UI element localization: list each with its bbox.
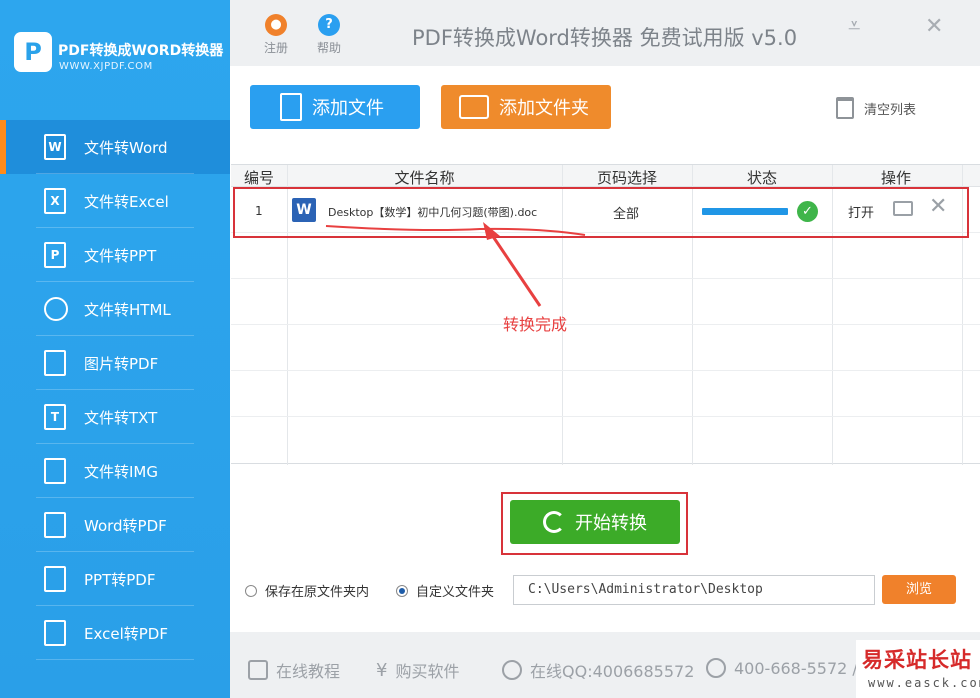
online-tutorial-label: 在线教程 xyxy=(276,662,341,681)
sidebar-item-file-to-ppt[interactable]: P 文件转PPT xyxy=(0,228,230,282)
row-divider xyxy=(231,370,980,371)
add-folder-label: 添加文件夹 xyxy=(499,98,589,119)
phone-icon xyxy=(706,658,726,678)
refresh-icon xyxy=(543,511,565,533)
sidebar: P PDF转换成WORD转换器 WWW.XJPDF.COM W 文件转Word … xyxy=(0,0,230,698)
app-logo: P xyxy=(14,32,52,72)
minimize-button[interactable]: ⩡ xyxy=(848,14,860,39)
column-header-filename: 文件名称 xyxy=(394,169,455,187)
buy-software-link[interactable]: ¥ 购买软件 xyxy=(376,658,459,682)
radio-button-selected[interactable] xyxy=(396,584,408,597)
file-table: 编号 文件名称 页码选择 状态 操作 1 W Desktop【数学】初中几何习题… xyxy=(231,164,980,465)
save-original-folder-option[interactable]: 保存在原文件夹内 xyxy=(245,581,369,600)
row-divider xyxy=(231,416,980,417)
output-path-field[interactable]: C:\Users\Administrator\Desktop xyxy=(513,575,875,605)
sidebar-item-file-to-word[interactable]: W 文件转Word xyxy=(0,120,230,174)
column-header-status: 状态 xyxy=(746,169,777,187)
sidebar-item-ppt-to-pdf[interactable]: PPT转PDF xyxy=(0,552,230,606)
app-title: PDF转换成Word转换器 免费试用版 v5.0 xyxy=(412,26,798,50)
row-divider xyxy=(231,278,980,279)
register-label: 注册 xyxy=(263,41,288,55)
watermark-title: 易采站长站 xyxy=(862,647,972,672)
sidebar-item-image-to-pdf[interactable]: 图片转PDF xyxy=(0,336,230,390)
globe-icon xyxy=(44,297,68,321)
phone-label: 400-668-5572 / xyxy=(734,658,858,678)
clear-list-button[interactable]: 清空列表 xyxy=(836,97,916,119)
watermark: 易采站长站 www.easck.com xyxy=(856,640,980,698)
sidebar-item-label: 文件转TXT xyxy=(84,409,158,427)
help-label: 帮助 xyxy=(316,41,341,55)
sidebar-item-file-to-txt[interactable]: T 文件转TXT xyxy=(0,390,230,444)
table-header: 编号 文件名称 页码选择 状态 操作 xyxy=(231,165,980,187)
row-divider xyxy=(231,324,980,325)
phone-link[interactable]: 400-668-5572 / xyxy=(706,658,858,678)
sidebar-item-file-to-excel[interactable]: X 文件转Excel xyxy=(0,174,230,228)
pdf-doc-icon xyxy=(44,512,66,538)
custom-folder-label: 自定义文件夹 xyxy=(416,585,495,600)
folder-icon xyxy=(459,95,489,119)
register-button[interactable]: ● 注册 xyxy=(256,14,296,56)
column-header-actions: 操作 xyxy=(880,169,911,187)
close-window-button[interactable]: ✕ xyxy=(925,14,943,39)
sidebar-item-word-to-pdf[interactable]: Word转PDF xyxy=(0,498,230,552)
logo-glyph: P xyxy=(24,38,42,66)
sidebar-item-label: Excel转PDF xyxy=(84,625,168,643)
radio-button[interactable] xyxy=(245,584,257,597)
sidebar-item-label: 文件转IMG xyxy=(84,463,158,481)
image-icon xyxy=(44,458,66,484)
pdf-doc-icon xyxy=(44,350,66,376)
online-tutorial-link[interactable]: 在线教程 xyxy=(248,658,340,682)
excel-doc-icon: X xyxy=(44,188,66,214)
pdf-doc-icon xyxy=(44,566,66,592)
trash-icon xyxy=(836,97,854,119)
clear-list-label: 清空列表 xyxy=(864,102,917,118)
document-icon xyxy=(248,660,268,680)
annotation-label: 转换完成 xyxy=(503,315,568,334)
start-conversion-button[interactable]: 开始转换 xyxy=(510,500,680,544)
brand-name: PDF转换成WORD转换器 xyxy=(58,43,224,59)
user-icon: ● xyxy=(265,14,287,36)
yen-icon: ¥ xyxy=(376,659,388,681)
qq-icon xyxy=(502,660,522,680)
sidebar-item-label: 文件转HTML xyxy=(84,301,171,319)
sidebar-item-excel-to-pdf[interactable]: Excel转PDF xyxy=(0,606,230,660)
add-file-button[interactable]: 添加文件 xyxy=(250,85,420,129)
highlight-box xyxy=(233,187,969,238)
txt-doc-icon: T xyxy=(44,404,66,430)
help-button[interactable]: ? 帮助 xyxy=(309,14,349,56)
start-conversion-label: 开始转换 xyxy=(575,513,647,534)
sidebar-item-file-to-html[interactable]: 文件转HTML xyxy=(0,282,230,336)
sidebar-item-label: 文件转PPT xyxy=(84,247,157,265)
pdf-doc-icon xyxy=(44,620,66,646)
sidebar-item-label: 图片转PDF xyxy=(84,355,159,373)
buy-software-label: 购买软件 xyxy=(395,662,460,681)
save-original-folder-label: 保存在原文件夹内 xyxy=(265,585,370,600)
online-qq-link[interactable]: 在线QQ:4006685572 xyxy=(502,658,694,682)
column-header-index: 编号 xyxy=(243,169,274,187)
file-icon xyxy=(280,93,302,121)
help-icon: ? xyxy=(318,14,340,36)
browse-button[interactable]: 浏览 xyxy=(882,575,956,604)
sidebar-item-file-to-img[interactable]: 文件转IMG xyxy=(0,444,230,498)
watermark-url: www.easck.com xyxy=(868,676,980,690)
add-file-label: 添加文件 xyxy=(312,98,384,119)
sidebar-item-label: Word转PDF xyxy=(84,517,167,535)
brand-url: WWW.XJPDF.COM xyxy=(59,61,153,72)
add-folder-button[interactable]: 添加文件夹 xyxy=(441,85,611,129)
title-bar: ● 注册 ? 帮助 PDF转换成Word转换器 免费试用版 v5.0 ⩡ ✕ xyxy=(230,0,980,66)
word-doc-icon: W xyxy=(44,134,66,160)
sidebar-item-label: 文件转Excel xyxy=(84,193,169,211)
custom-folder-option[interactable]: 自定义文件夹 xyxy=(396,581,494,600)
ppt-doc-icon: P xyxy=(44,242,66,268)
sidebar-item-label: 文件转Word xyxy=(84,139,168,157)
column-header-pages: 页码选择 xyxy=(596,169,657,187)
online-qq-label: 在线QQ:4006685572 xyxy=(530,662,695,681)
sidebar-item-label: PPT转PDF xyxy=(84,571,156,589)
sidebar-nav: W 文件转Word X 文件转Excel P 文件转PPT 文件转HTML 图片… xyxy=(0,120,230,660)
